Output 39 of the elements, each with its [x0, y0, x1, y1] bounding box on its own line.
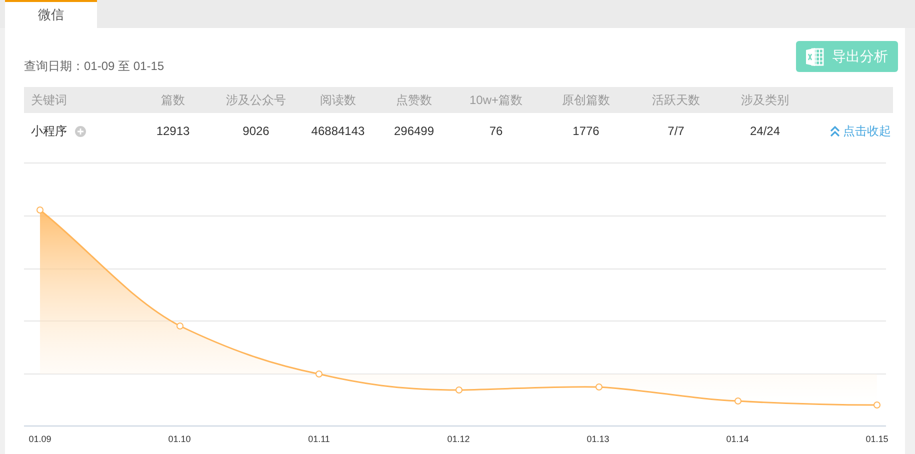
column-header: 涉及类别	[741, 93, 789, 107]
collapse-link[interactable]: 点击收起	[830, 122, 891, 140]
column-header: 涉及公众号	[226, 93, 286, 107]
data-point	[456, 386, 462, 394]
export-button[interactable]: 导出分析	[796, 41, 898, 72]
x-axis-label: 01.13	[586, 434, 610, 444]
data-point	[874, 402, 880, 408]
table-cell: 24/24	[750, 124, 780, 138]
column-header: 活跃天数	[652, 93, 700, 107]
plus-icon[interactable]	[75, 126, 86, 136]
column-header: 关键词	[31, 93, 67, 107]
table-cell: 12913	[156, 124, 190, 138]
double-chevron-up-icon	[830, 126, 840, 136]
column-header: 10w+篇数	[469, 93, 523, 107]
x-axis-label: 01.12	[447, 434, 470, 444]
column-header: 原创篇数	[562, 93, 610, 107]
table-cell: 9026	[242, 124, 270, 138]
data-point	[596, 384, 602, 390]
table-cell: 1776	[572, 124, 600, 138]
keyword: 小程序	[31, 123, 67, 140]
column-header: 篇数	[161, 93, 185, 107]
table-cell: 76	[489, 124, 503, 138]
column-header: 点赞数	[396, 93, 432, 107]
data-point	[316, 370, 322, 378]
x-axis-label: 01.11	[308, 434, 330, 444]
spreadsheet-icon	[806, 46, 824, 66]
tab[interactable]: 微信	[5, 0, 97, 28]
x-axis-label: 01.10	[168, 434, 191, 444]
x-axis-label: 01.15	[866, 434, 888, 444]
x-axis-label: 01.09	[28, 434, 52, 444]
table-cell: 296499	[394, 124, 434, 138]
data-point	[36, 206, 44, 214]
column-header: 阅读数	[320, 93, 356, 107]
x-axis-label: 01.14	[726, 434, 749, 444]
data-point	[176, 322, 184, 330]
table-cell: 7/7	[668, 124, 684, 138]
data-point	[734, 398, 742, 404]
query-date: 查询日期：01-09 至 01-15	[24, 58, 164, 75]
table-cell: 46884143	[311, 124, 365, 138]
